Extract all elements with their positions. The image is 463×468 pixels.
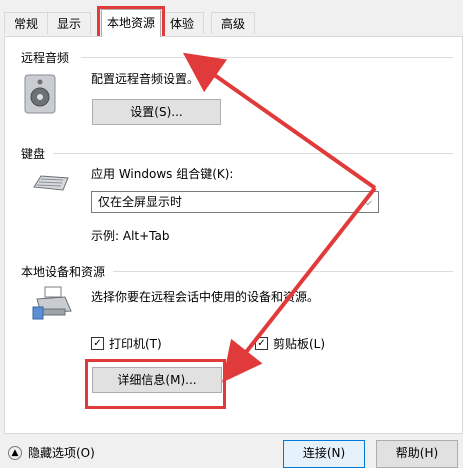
annotation-arrows [182,52,377,383]
chevron-up-icon: ▲ [8,445,22,460]
tab-local-resources[interactable]: 本地资源 [101,9,161,37]
hide-options-label: 隐藏选项(O) [28,446,95,460]
dialog-footer: ▲ 隐藏选项(O) 连接(N) 帮助(H) [0,434,463,468]
hide-options-toggle[interactable]: ▲ 隐藏选项(O) [8,444,95,461]
